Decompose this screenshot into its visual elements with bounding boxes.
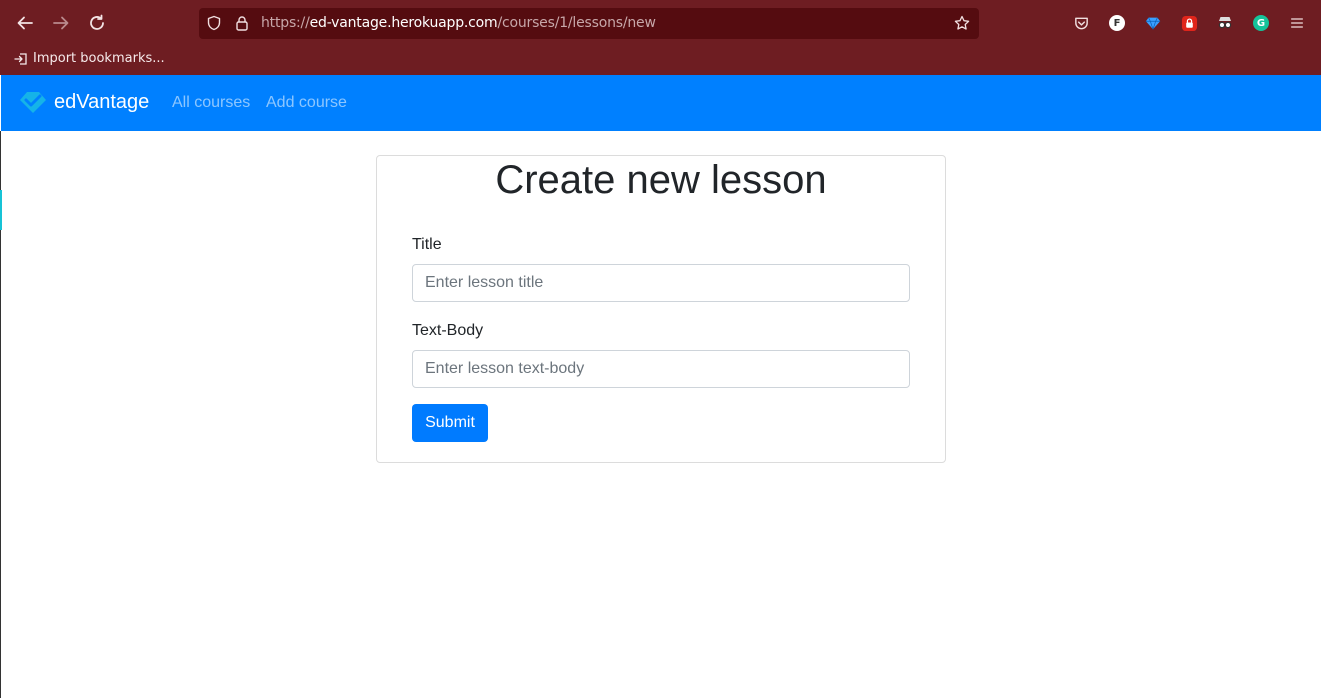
import-bookmarks-link[interactable]: Import bookmarks... xyxy=(14,51,165,66)
url-text[interactable]: https://ed-vantage.herokuapp.com/courses… xyxy=(261,15,656,31)
gem-extension-icon[interactable] xyxy=(1143,13,1163,33)
back-button[interactable] xyxy=(10,8,40,38)
text-body-label: Text-Body xyxy=(412,322,484,339)
shield-icon[interactable] xyxy=(205,14,223,32)
lock-icon[interactable] xyxy=(233,14,251,32)
text-body-input[interactable] xyxy=(412,350,910,388)
bookmarks-bar: Import bookmarks... xyxy=(0,46,1321,74)
browser-chrome: https://ed-vantage.herokuapp.com/courses… xyxy=(0,0,1321,75)
f-extension-icon[interactable]: F xyxy=(1107,13,1127,33)
page-title: Create new lesson xyxy=(495,158,827,202)
reload-icon xyxy=(90,14,104,30)
reload-button[interactable] xyxy=(82,8,112,38)
import-icon xyxy=(14,52,27,65)
left-edge-accent xyxy=(0,190,2,230)
grammarly-icon[interactable]: G xyxy=(1251,13,1271,33)
title-input[interactable] xyxy=(412,264,910,302)
edvantage-logo-icon xyxy=(20,92,46,113)
grammarly-badge: G xyxy=(1253,15,1269,31)
address-bar[interactable]: https://ed-vantage.herokuapp.com/courses… xyxy=(199,8,979,39)
url-path: /courses/1/lessons/new xyxy=(497,15,656,31)
lock-extension-icon[interactable] xyxy=(1179,13,1199,33)
forward-button[interactable] xyxy=(46,8,76,38)
bookmark-star-icon[interactable] xyxy=(953,14,971,32)
pocket-icon[interactable] xyxy=(1071,13,1091,33)
arrow-left-icon xyxy=(17,16,33,30)
create-lesson-card: Create new lesson Title Text-Body Submit xyxy=(376,155,946,463)
url-host: ed-vantage.herokuapp.com xyxy=(309,15,498,31)
spy-extension-icon[interactable] xyxy=(1215,13,1235,33)
menu-icon[interactable] xyxy=(1287,13,1307,33)
brand-name: edVantage xyxy=(54,90,150,113)
app-navbar: edVantage All courses Add course xyxy=(1,75,1321,131)
import-bookmarks-label: Import bookmarks... xyxy=(33,51,165,66)
nav-all-courses[interactable]: All courses xyxy=(172,94,250,112)
title-label: Title xyxy=(412,236,442,253)
arrow-right-icon xyxy=(53,16,69,30)
f-badge: F xyxy=(1109,15,1125,31)
browser-toolbar: https://ed-vantage.herokuapp.com/courses… xyxy=(0,0,1321,46)
url-scheme: https:// xyxy=(261,15,310,31)
brand-link[interactable]: edVantage xyxy=(18,89,149,115)
submit-button[interactable]: Submit xyxy=(412,404,488,442)
nav-add-course[interactable]: Add course xyxy=(266,94,347,112)
